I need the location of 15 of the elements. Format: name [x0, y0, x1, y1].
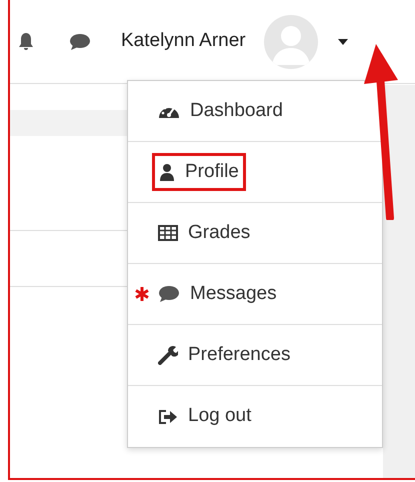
bell-icon[interactable] [18, 32, 34, 52]
table-icon [158, 225, 178, 241]
menu-item[interactable]: Preferences [128, 325, 382, 386]
chat-icon[interactable] [69, 32, 91, 50]
caret-icon[interactable] [338, 38, 348, 44]
menu-item[interactable]: Log out [128, 386, 382, 447]
user-icon [159, 163, 175, 181]
menu-item[interactable]: Grades [128, 203, 382, 264]
chat-icon [158, 285, 180, 303]
user-name[interactable]: Katelynn Arner [121, 27, 246, 56]
wrench-icon [158, 345, 178, 365]
logout-icon [158, 408, 178, 424]
menu-item[interactable]: Messages [128, 264, 382, 325]
menu-item-label: Profile [185, 160, 239, 184]
menu-item[interactable]: Profile [128, 142, 382, 203]
